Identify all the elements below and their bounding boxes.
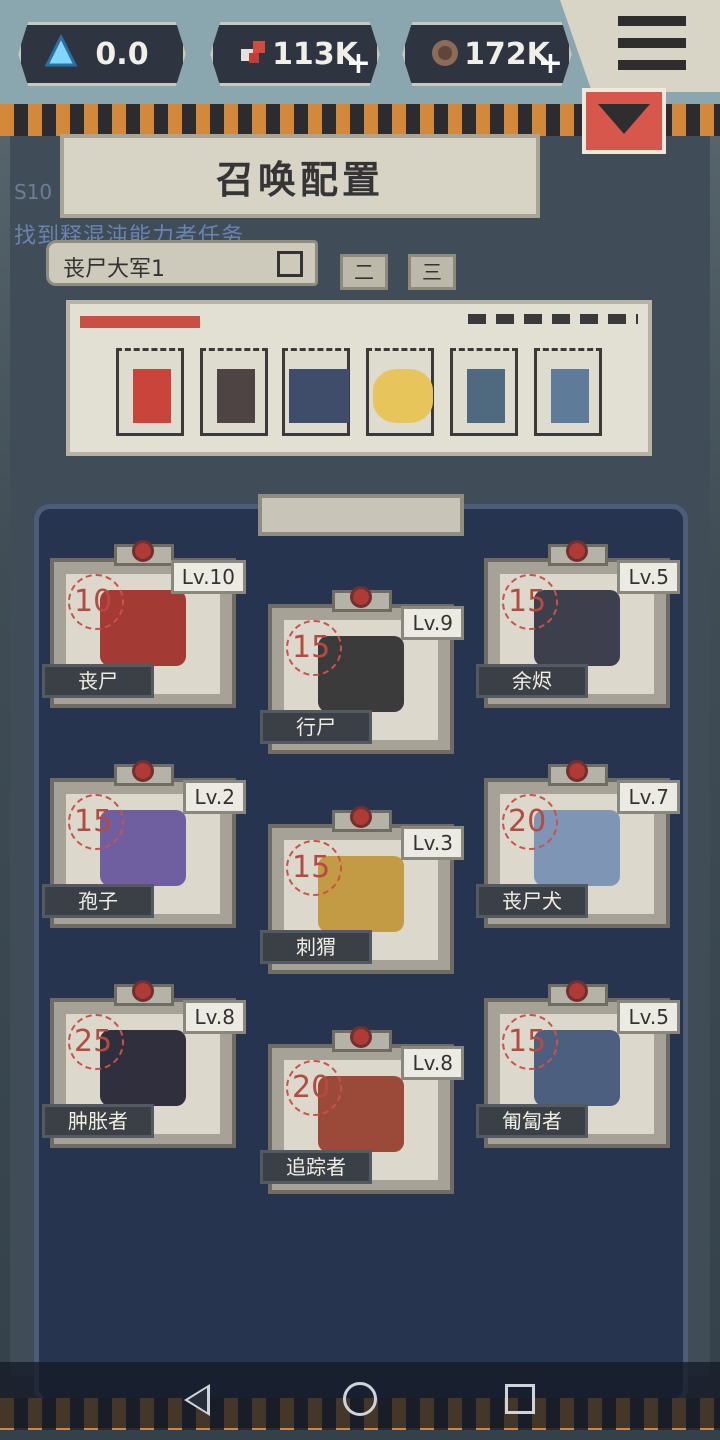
unit-level: Lv.7: [617, 780, 680, 814]
summon-cost: 10: [68, 574, 124, 630]
add-meat-button[interactable]: +: [346, 46, 371, 81]
menu-icon: [618, 16, 686, 26]
team-label-mark: [80, 316, 200, 328]
pin-icon: [566, 540, 588, 562]
unit-name: 余烬: [476, 664, 588, 698]
summon-cost: 15: [68, 794, 124, 850]
page-title: 召唤配置: [60, 134, 540, 218]
preset-tab-3[interactable]: 三: [408, 254, 456, 290]
home-icon[interactable]: [343, 1382, 377, 1416]
pin-icon: [350, 806, 372, 828]
preset-tab-2[interactable]: 二: [340, 254, 388, 290]
hedgehog-sprite: [373, 369, 433, 423]
pin-icon: [132, 540, 154, 562]
unit-name: 孢子: [42, 884, 154, 918]
menu-icon-bar: [618, 38, 686, 48]
roster-header-tab: [258, 494, 464, 536]
unit-card-hedgehog[interactable]: 15 Lv.3 刺猬: [260, 806, 464, 974]
pin-icon: [350, 1026, 372, 1048]
unit-card-walker[interactable]: 15 Lv.9 行尸: [260, 586, 464, 754]
pin-icon: [132, 760, 154, 782]
summon-cost: 15: [502, 574, 558, 630]
unit-card-zombie-dog[interactable]: 20 Lv.7 丧尸犬: [476, 760, 680, 928]
unit-name: 行尸: [260, 710, 372, 744]
team-slot-2[interactable]: [200, 348, 268, 436]
unit-level: Lv.8: [183, 1000, 246, 1034]
team-strip-dots: [468, 314, 638, 324]
pin-icon: [566, 760, 588, 782]
unit-card-crawler[interactable]: 15 Lv.5 匍匐者: [476, 980, 680, 1148]
ore-icon: [432, 40, 458, 66]
team-slot-1[interactable]: [116, 348, 184, 436]
back-icon[interactable]: [184, 1384, 210, 1416]
walker-sprite: [217, 369, 255, 423]
menu-icon-bar: [618, 60, 686, 70]
ember-sprite: [289, 369, 349, 423]
summon-cost: 15: [286, 620, 342, 676]
axeman-sprite: [467, 369, 505, 423]
unit-level: Lv.9: [401, 606, 464, 640]
summon-cost: 15: [502, 1014, 558, 1070]
team-slot-4[interactable]: [366, 348, 434, 436]
crystal-counter[interactable]: 0.0: [18, 22, 186, 86]
add-ore-button[interactable]: +: [538, 46, 563, 81]
summon-cost: 20: [502, 794, 558, 850]
unit-level: Lv.10: [170, 560, 246, 594]
summon-cost: 20: [286, 1060, 342, 1116]
summon-cost: 15: [286, 840, 342, 896]
unit-card-bloater[interactable]: 25 Lv.8 肿胀者: [42, 980, 246, 1148]
pin-icon: [132, 980, 154, 1002]
unit-name: 匍匐者: [476, 1104, 588, 1138]
unit-card-zombie[interactable]: 10 Lv.10 丧尸: [42, 540, 246, 708]
minion-sprite: [551, 369, 589, 423]
unit-level: Lv.5: [617, 1000, 680, 1034]
ore-counter[interactable]: 172K +: [402, 22, 572, 86]
summon-cost: 25: [68, 1014, 124, 1070]
team-lineup: [66, 300, 652, 456]
game-scene: 0.0 113K + 172K + S10 找到释混沌能力者任务 召唤配置 丧尸…: [0, 0, 720, 1440]
crystal-icon: [44, 35, 78, 67]
pin-icon: [350, 586, 372, 608]
meat-counter[interactable]: 113K +: [210, 22, 380, 86]
recent-apps-icon[interactable]: [505, 1384, 535, 1414]
crystal-value: 0.0: [95, 36, 149, 72]
unit-name: 刺猬: [260, 930, 372, 964]
team-slot-3[interactable]: [282, 348, 350, 436]
zombie-sprite: [133, 369, 171, 423]
unit-card-ember[interactable]: 15 Lv.5 余烬: [476, 540, 680, 708]
team-slot-6[interactable]: [534, 348, 602, 436]
unit-name: 丧尸犬: [476, 884, 588, 918]
pin-icon: [566, 980, 588, 1002]
team-slot-5[interactable]: [450, 348, 518, 436]
edit-icon[interactable]: [277, 251, 303, 277]
unit-level: Lv.2: [183, 780, 246, 814]
unit-level: Lv.8: [401, 1046, 464, 1080]
unit-level: Lv.3: [401, 826, 464, 860]
collapse-dropdown-button[interactable]: [582, 88, 666, 154]
preset-name-field[interactable]: 丧尸大军1: [46, 240, 318, 286]
background-stage-label: S10: [14, 180, 53, 204]
unit-name: 肿胀者: [42, 1104, 154, 1138]
preset-name: 丧尸大军1: [63, 257, 165, 282]
unit-card-spore[interactable]: 15 Lv.2 孢子: [42, 760, 246, 928]
meat-icon: [241, 41, 265, 63]
unit-name: 丧尸: [42, 664, 154, 698]
unit-card-stalker[interactable]: 20 Lv.8 追踪者: [260, 1026, 464, 1194]
unit-name: 追踪者: [260, 1150, 372, 1184]
unit-level: Lv.5: [617, 560, 680, 594]
